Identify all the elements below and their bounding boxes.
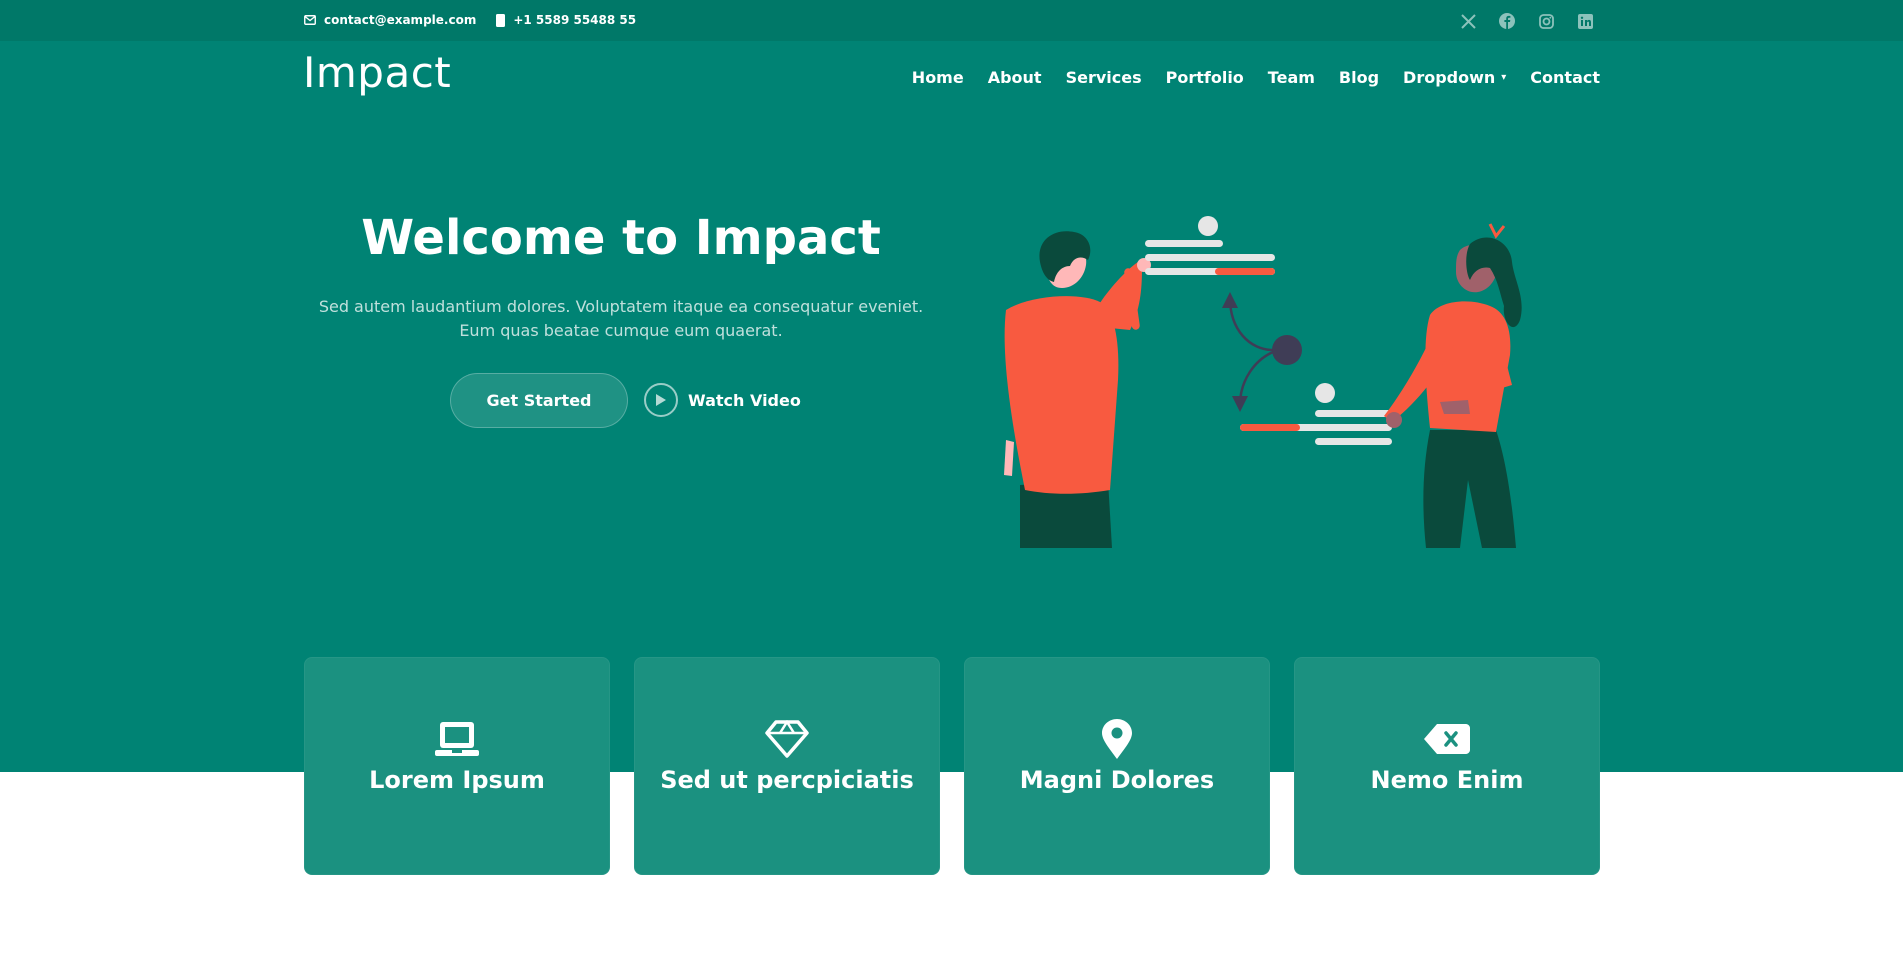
feature-cards: Lorem Ipsum Sed ut percpiciatis Magni Do… bbox=[304, 657, 1600, 875]
contact-info: contact@example.com +1 5589 55488 55 bbox=[304, 13, 656, 27]
facebook-icon[interactable] bbox=[1497, 11, 1517, 31]
woman-figure bbox=[1384, 223, 1522, 548]
phone-text: +1 5589 55488 55 bbox=[513, 13, 637, 27]
hero-title: Welcome to Impact bbox=[361, 210, 881, 266]
laptop-icon bbox=[434, 718, 480, 760]
nav-portfolio[interactable]: Portfolio bbox=[1166, 68, 1244, 87]
hero-illustration bbox=[1004, 216, 1522, 548]
site-logo[interactable]: Impact bbox=[303, 48, 451, 97]
nav-contact[interactable]: Contact bbox=[1530, 68, 1600, 87]
watch-video-button[interactable]: Watch Video bbox=[644, 383, 801, 417]
gem-icon bbox=[765, 718, 809, 760]
email-text: contact@example.com bbox=[324, 13, 477, 27]
nav-home[interactable]: Home bbox=[912, 68, 964, 87]
feature-card[interactable]: Magni Dolores bbox=[964, 657, 1270, 875]
man-figure bbox=[1004, 231, 1151, 548]
watch-video-label: Watch Video bbox=[688, 390, 801, 410]
top-bar: contact@example.com +1 5589 55488 55 bbox=[0, 0, 1903, 41]
nav-dropdown[interactable]: Dropdown ▾ bbox=[1403, 68, 1506, 87]
top-chart-bars bbox=[1145, 216, 1275, 275]
feature-card[interactable]: Nemo Enim bbox=[1294, 657, 1600, 875]
map-pin-icon bbox=[1100, 718, 1134, 760]
backspace-icon bbox=[1423, 718, 1471, 760]
flow-arrows bbox=[1222, 292, 1302, 412]
instagram-icon[interactable] bbox=[1536, 11, 1556, 31]
hero-subtitle: Sed autem laudantium dolores. Voluptatem… bbox=[304, 295, 938, 343]
play-icon bbox=[644, 383, 678, 417]
email-item[interactable]: contact@example.com bbox=[304, 13, 476, 27]
card-title: Nemo Enim bbox=[1370, 766, 1524, 794]
linkedin-icon[interactable] bbox=[1575, 11, 1595, 31]
bottom-chart-bars bbox=[1240, 383, 1392, 445]
card-title: Lorem Ipsum bbox=[369, 766, 545, 794]
card-title: Sed ut percpiciatis bbox=[660, 766, 914, 794]
nav-team[interactable]: Team bbox=[1268, 68, 1315, 87]
caret-down-icon: ▾ bbox=[1501, 72, 1507, 83]
social-links bbox=[1439, 11, 1595, 31]
envelope-icon bbox=[304, 15, 316, 25]
nav-about[interactable]: About bbox=[988, 68, 1042, 87]
hero-subtitle-line2: Eum quas beatae cumque eum quaerat. bbox=[459, 321, 783, 340]
nav-blog[interactable]: Blog bbox=[1339, 68, 1379, 87]
phone-icon bbox=[496, 13, 506, 27]
phone-item[interactable]: +1 5589 55488 55 bbox=[496, 13, 636, 27]
nav-dropdown-label: Dropdown bbox=[1403, 68, 1496, 87]
feature-card[interactable]: Lorem Ipsum bbox=[304, 657, 610, 875]
nav-services[interactable]: Services bbox=[1066, 68, 1142, 87]
main-nav: Home About Services Portfolio Team Blog … bbox=[888, 68, 1600, 87]
card-title: Magni Dolores bbox=[1019, 766, 1215, 794]
x-icon[interactable] bbox=[1458, 11, 1478, 31]
hero-subtitle-line1: Sed autem laudantium dolores. Voluptatem… bbox=[318, 297, 924, 316]
get-started-button[interactable]: Get Started bbox=[450, 373, 628, 428]
feature-card[interactable]: Sed ut percpiciatis bbox=[634, 657, 940, 875]
